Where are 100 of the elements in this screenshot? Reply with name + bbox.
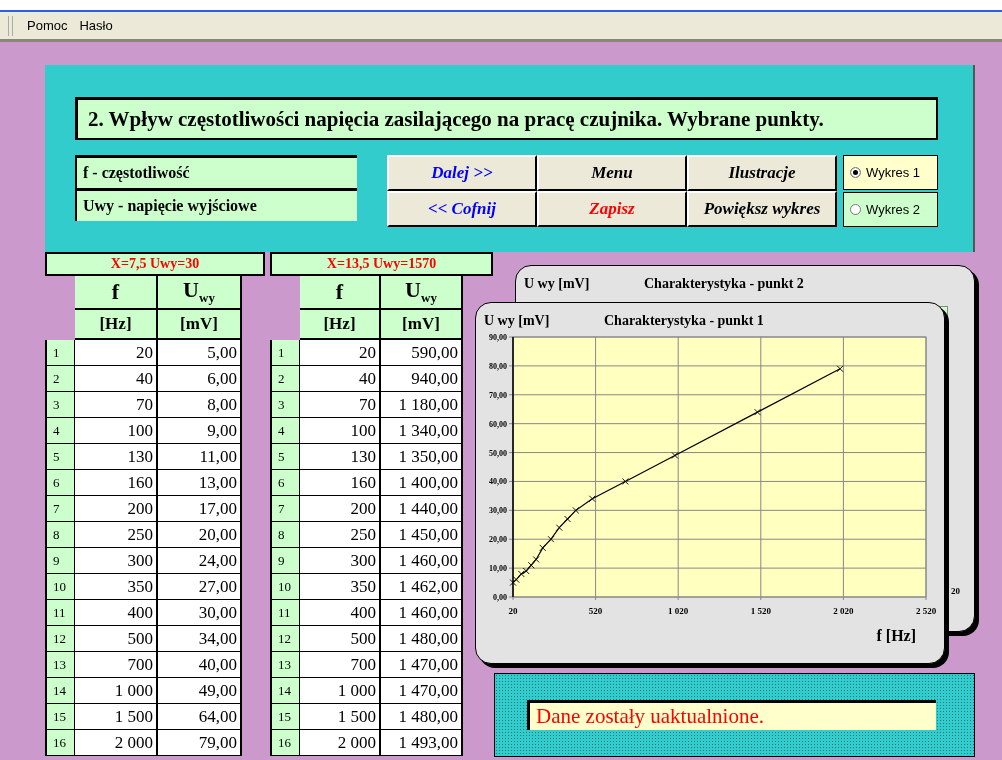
tick-label: 2 020	[833, 606, 854, 616]
table-cell[interactable]: 1 500	[300, 704, 381, 730]
table-cell[interactable]: 40,00	[158, 652, 242, 678]
table-cell[interactable]: 400	[300, 600, 381, 626]
row-number: 13	[45, 652, 75, 678]
data-point	[836, 365, 844, 373]
table-cell[interactable]: 300	[300, 548, 381, 574]
table-cell[interactable]: 700	[75, 652, 158, 678]
row-number: 2	[45, 366, 75, 392]
row-number: 16	[45, 730, 75, 756]
tick-label: 40,00	[489, 477, 507, 487]
nav-button[interactable]: Dalej >>	[387, 155, 537, 191]
table-cell[interactable]: 590,00	[381, 340, 463, 366]
column-unit: [Hz]	[300, 310, 381, 340]
table-cell[interactable]: 500	[300, 626, 381, 652]
tick-label: 0,00	[493, 593, 507, 602]
table-cell[interactable]: 130	[75, 444, 158, 470]
table-cell[interactable]: 1 470,00	[381, 652, 463, 678]
table-cell[interactable]: 20,00	[158, 522, 242, 548]
table-cell[interactable]: 11,00	[158, 444, 242, 470]
table-cell[interactable]: 160	[300, 470, 381, 496]
table-cell[interactable]: 500	[75, 626, 158, 652]
table-cell[interactable]: 1 350,00	[381, 444, 463, 470]
table-cell[interactable]: 1 180,00	[381, 392, 463, 418]
table-cell[interactable]: 350	[300, 574, 381, 600]
row-number: 6	[270, 470, 300, 496]
table-cell[interactable]: 49,00	[158, 678, 242, 704]
table-cell[interactable]: 30,00	[158, 600, 242, 626]
menu-item[interactable]: Hasło	[75, 16, 117, 35]
nav-button[interactable]: Powiększ wykres	[687, 191, 837, 227]
table-cell[interactable]: 1 462,00	[381, 574, 463, 600]
table-cell[interactable]: 1 000	[300, 678, 381, 704]
nav-button[interactable]: Ilustracje	[687, 155, 837, 191]
chart-radio[interactable]: Wykres 2	[843, 192, 938, 227]
table-cell[interactable]: 1 480,00	[381, 626, 463, 652]
table-cell[interactable]: 40	[75, 366, 158, 392]
nav-button[interactable]: Menu	[537, 155, 687, 191]
table-cell[interactable]: 250	[300, 522, 381, 548]
table-cell[interactable]: 2 000	[300, 730, 381, 756]
table-cell[interactable]: 5,00	[158, 340, 242, 366]
table-cell[interactable]: 400	[75, 600, 158, 626]
table-cell[interactable]: 1 470,00	[381, 678, 463, 704]
table-cell[interactable]: 940,00	[381, 366, 463, 392]
row-number: 15	[270, 704, 300, 730]
table-cell[interactable]: 1 440,00	[381, 496, 463, 522]
table-cell[interactable]: 1 400,00	[381, 470, 463, 496]
table-cell[interactable]: 1 460,00	[381, 548, 463, 574]
table-cell[interactable]: 27,00	[158, 574, 242, 600]
table-cell[interactable]: 160	[75, 470, 158, 496]
row-number: 5	[45, 444, 75, 470]
menu-item[interactable]: Pomoc	[23, 16, 72, 35]
table-cell[interactable]: 250	[75, 522, 158, 548]
row-number: 4	[45, 418, 75, 444]
radio-icon	[850, 204, 861, 215]
table-cell[interactable]: 1 340,00	[381, 418, 463, 444]
table-cell[interactable]: 1 450,00	[381, 522, 463, 548]
table-cell[interactable]: 79,00	[158, 730, 242, 756]
table-cell[interactable]: 130	[300, 444, 381, 470]
table-cell[interactable]: 700	[300, 652, 381, 678]
row-number: 2	[270, 366, 300, 392]
data-point	[621, 478, 629, 485]
row-number: 8	[270, 522, 300, 548]
row-number: 3	[45, 392, 75, 418]
table-cell[interactable]: 1 480,00	[381, 704, 463, 730]
table-cell[interactable]: 1 000	[75, 678, 158, 704]
table-cell[interactable]: 9,00	[158, 418, 242, 444]
table-cell[interactable]: 2 000	[75, 730, 158, 756]
table-cell[interactable]: 64,00	[158, 704, 242, 730]
table-cell[interactable]: 1 493,00	[381, 730, 463, 756]
table-cell[interactable]: 20	[300, 340, 381, 366]
nav-button[interactable]: << Cofnij	[387, 191, 537, 227]
table-cell[interactable]: 17,00	[158, 496, 242, 522]
table-cell[interactable]: 8,00	[158, 392, 242, 418]
table-cell[interactable]: 34,00	[158, 626, 242, 652]
row-number: 4	[270, 418, 300, 444]
table-cell[interactable]: 40	[300, 366, 381, 392]
table-cell[interactable]: 70	[75, 392, 158, 418]
radio-icon	[850, 167, 861, 178]
table-cell[interactable]: 13,00	[158, 470, 242, 496]
table-cell[interactable]: 20	[75, 340, 158, 366]
tick-label: 1 020	[668, 606, 689, 616]
table-cell[interactable]: 6,00	[158, 366, 242, 392]
table-cell[interactable]: 350	[75, 574, 158, 600]
tick-label: 10,00	[489, 564, 507, 574]
table-cell[interactable]: 70	[300, 392, 381, 418]
table-cell[interactable]: 24,00	[158, 548, 242, 574]
table-cell[interactable]: 1 460,00	[381, 600, 463, 626]
table-cell[interactable]: 100	[300, 418, 381, 444]
column-header: f	[300, 276, 381, 310]
table-cell[interactable]: 300	[75, 548, 158, 574]
table-cell[interactable]: 200	[75, 496, 158, 522]
chart-title: Charakterystyka - punkt 1	[604, 313, 764, 329]
legend-label: f - częstotliwość	[75, 155, 357, 188]
table-cell[interactable]: 200	[300, 496, 381, 522]
data-point	[754, 408, 761, 416]
row-number: 6	[45, 470, 75, 496]
table-cell[interactable]: 100	[75, 418, 158, 444]
chart-radio[interactable]: Wykres 1	[843, 155, 938, 190]
table-cell[interactable]: 1 500	[75, 704, 158, 730]
row-number: 14	[270, 678, 300, 704]
